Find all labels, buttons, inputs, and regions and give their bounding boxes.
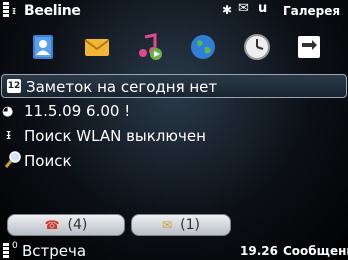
switch-icon[interactable] (294, 32, 324, 62)
wlan-search-item[interactable]: ᵻ Поиск WLAN выключен (0, 124, 348, 148)
shortcut-bar (28, 32, 328, 66)
wlan-search-text: Поиск WLAN выключен (24, 127, 206, 145)
clock-icon[interactable] (242, 32, 272, 62)
search-text: Поиск (24, 152, 72, 170)
soft-key-bar: Встреча 19.26 Сообщения (0, 240, 348, 260)
alarm-text: 11.5.09 6.00 ! (24, 102, 131, 120)
usb-icon: u (258, 1, 268, 16)
mail-icon[interactable] (82, 32, 112, 62)
calendar-notes-item[interactable]: 12 Заметок на сегодня нет (1, 74, 347, 98)
calendar-notes-text: Заметок на сегодня нет (26, 78, 218, 96)
new-messages-button[interactable]: ✉ (1) (131, 214, 231, 236)
left-soft-key[interactable]: Встреча (22, 242, 86, 260)
operator-name: Beeline (24, 3, 81, 19)
wlan-icon: ᵻ (6, 127, 12, 143)
alarm-icon: ◕ (2, 104, 14, 119)
search-icon (4, 151, 22, 173)
gallery-shortcut[interactable]: Галерея (283, 4, 340, 18)
messages-count: (1) (180, 217, 200, 233)
message-indicator-icon: ✉ (238, 1, 249, 16)
antenna-icon: ᵻ (12, 4, 17, 17)
missed-calls-count: (4) (67, 217, 88, 233)
alarm-item[interactable]: ◕ 11.5.09 6.00 ! (0, 99, 348, 123)
bluetooth-icon: ✱ (222, 3, 233, 17)
globe-icon[interactable] (188, 32, 218, 62)
home-screen: ᵻ Beeline ✱ ✉ u Галерея 12 Заметок на се… (0, 0, 348, 260)
status-bar: ᵻ Beeline ✱ ✉ u Галерея (0, 0, 348, 22)
missed-calls-button[interactable]: ☎ (4) (7, 214, 125, 236)
clock-time: 19.26 (240, 244, 278, 258)
music-icon[interactable] (134, 32, 164, 62)
contacts-icon[interactable] (28, 32, 58, 62)
missed-call-icon: ☎ (44, 218, 60, 232)
right-soft-key[interactable]: Сообщения (283, 244, 348, 258)
search-item[interactable]: Поиск (0, 149, 348, 173)
calendar-icon: 12 (7, 79, 21, 93)
signal-strength-icon (3, 2, 9, 20)
envelope-icon: ✉ (162, 218, 173, 232)
